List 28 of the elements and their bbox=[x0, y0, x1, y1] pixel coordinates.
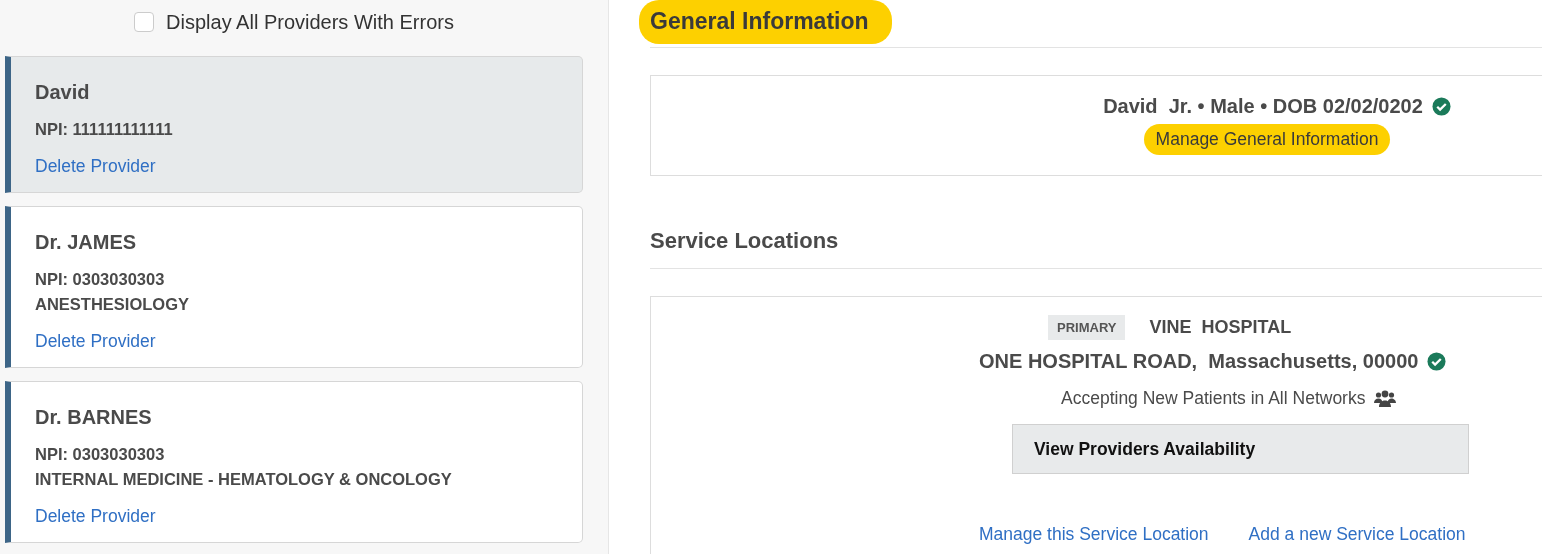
primary-badge: PRIMARY bbox=[1048, 315, 1126, 340]
location-name: VINE HOSPITAL bbox=[1149, 317, 1292, 338]
provider-card[interactable]: Dr. BARNES NPI: 0303030303 INTERNAL MEDICINE - HEMATOLOGY & ONCOLOGY Delete Provider bbox=[5, 381, 583, 543]
provider-summary: David Jr. • Male • DOB 02/02/0202 bbox=[1103, 95, 1423, 118]
section-heading: Service Locations bbox=[650, 228, 840, 254]
service-location-link[interactable]: Manage this Service Location bbox=[979, 524, 1209, 545]
delete-provider-link[interactable]: Delete Provider bbox=[35, 331, 156, 352]
provider-specialty: ANESTHESIOLOGY bbox=[35, 294, 190, 315]
provider-npi: NPI: 0303030303 bbox=[35, 444, 165, 465]
people-group-icon bbox=[1374, 389, 1397, 408]
service-location-link[interactable]: Add a new Service Location bbox=[1248, 524, 1466, 545]
manage-general-information-button[interactable]: Manage General Information bbox=[1143, 124, 1391, 155]
checkbox-label: Display All Providers With Errors bbox=[166, 10, 454, 34]
location-address: ONE HOSPITAL ROAD, Massachusetts, 00000 bbox=[979, 350, 1419, 373]
provider-specialty: INTERNAL MEDICINE - HEMATOLOGY & ONCOLOGY bbox=[35, 469, 452, 490]
accepting-patients-text: Accepting New Patients in All Networks bbox=[1061, 388, 1366, 409]
provider-name: David bbox=[35, 81, 90, 104]
view-availability-button[interactable]: View Providers Availability bbox=[1012, 424, 1469, 474]
provider-card[interactable]: Dr. JAMES NPI: 0303030303 ANESTHESIOLOGY Delete Provider bbox=[5, 206, 583, 368]
provider-card[interactable]: David NPI: 111111111111 Delete Provider bbox=[5, 56, 583, 193]
provider-name: Dr. BARNES bbox=[35, 406, 152, 429]
delete-provider-link[interactable]: Delete Provider bbox=[35, 156, 156, 177]
checkbox[interactable] bbox=[134, 12, 155, 32]
provider-npi: NPI: 111111111111 bbox=[35, 119, 173, 140]
delete-provider-link[interactable]: Delete Provider bbox=[35, 506, 156, 527]
section-heading: General Information bbox=[639, 0, 892, 44]
provider-name: Dr. JAMES bbox=[35, 231, 137, 254]
provider-npi: NPI: 0303030303 bbox=[35, 269, 165, 290]
